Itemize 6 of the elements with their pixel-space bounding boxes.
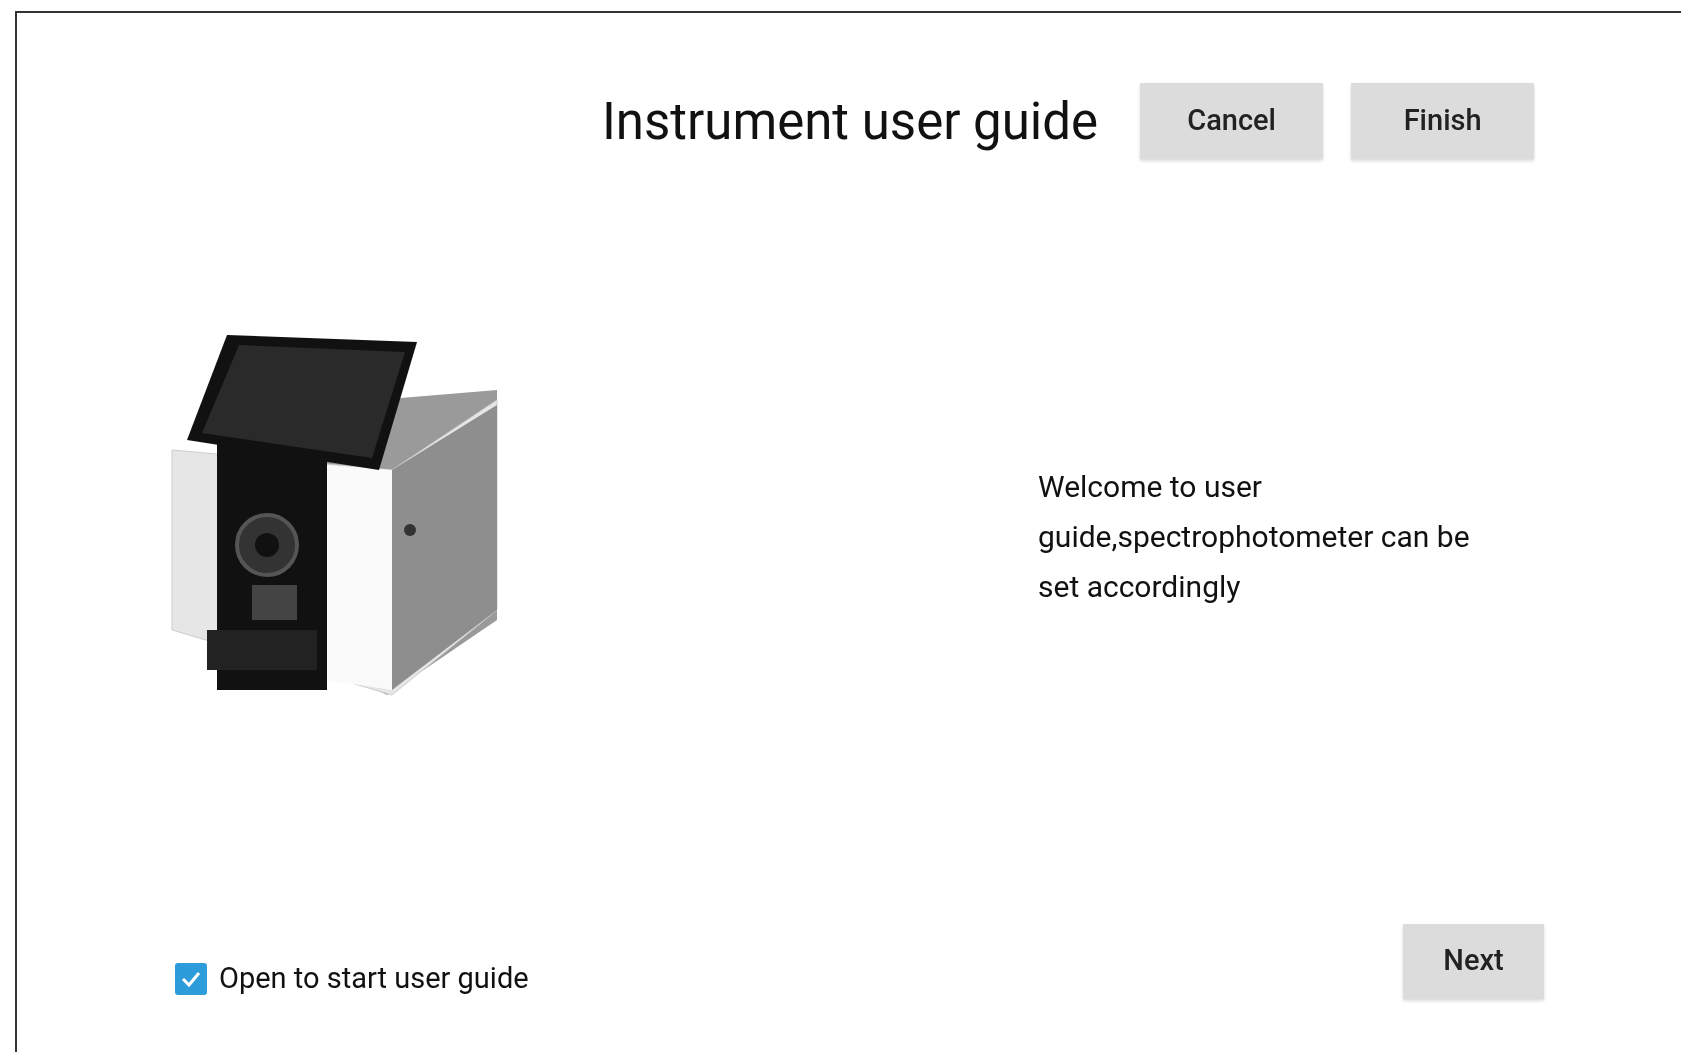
welcome-message: Welcome to user guide,spectrophotometer can be set accordingly [1038,468,1471,606]
next-button[interactable]: Next [1403,923,1544,999]
checkbox-label: Open to start user guide [219,960,529,998]
finish-button[interactable]: Finish [1351,83,1535,159]
checkbox[interactable] [175,963,207,995]
cancel-button[interactable]: Cancel [1140,83,1324,159]
